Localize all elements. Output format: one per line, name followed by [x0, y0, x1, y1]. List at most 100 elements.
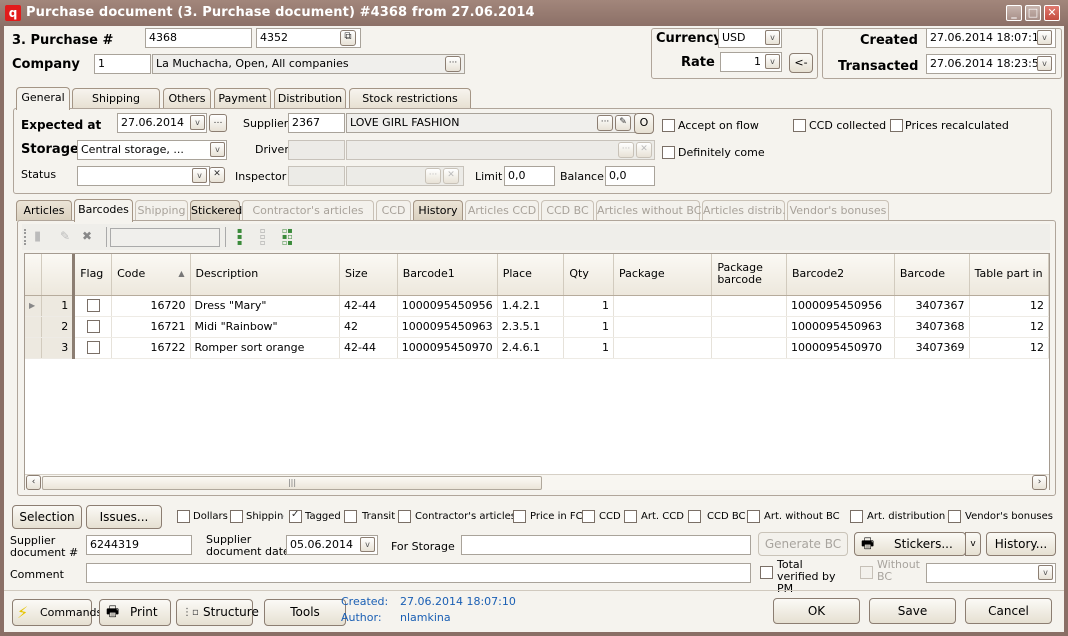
chevron-down-icon[interactable]: v [1037, 56, 1052, 71]
chevron-down-icon[interactable]: v [1038, 565, 1053, 580]
flag-checkbox[interactable] [87, 320, 101, 333]
stickers-dropdown-button[interactable]: v [965, 532, 981, 556]
tab-articles[interactable]: Articles [16, 200, 72, 221]
table-row[interactable]: ▶ 1 16720 Dress "Mary" 42-44 10000954509… [25, 295, 1049, 317]
art-ccd-checkbox[interactable] [624, 510, 637, 523]
table-row[interactable]: 3 16722 Romper sort orange 42-44 1000095… [25, 337, 1049, 359]
print-button[interactable]: 🖶 Print [99, 599, 171, 626]
column-header-qty[interactable]: Qty [563, 254, 615, 296]
ccd-collected-checkbox[interactable] [793, 119, 806, 132]
without-bc-checkbox[interactable] [860, 566, 873, 579]
column-header-size[interactable]: Size [339, 254, 398, 296]
edit-record-icon[interactable]: ✎ [60, 229, 74, 245]
flag-checkbox[interactable] [87, 299, 101, 312]
prices-recalculated-checkbox[interactable] [890, 119, 903, 132]
check-all-icon[interactable]: ▪ ▪ ▪ [237, 227, 242, 247]
copy-icon[interactable]: ⧉ [340, 30, 356, 46]
limit-input[interactable]: 0,0 [504, 166, 555, 186]
tab-vendors-bonuses[interactable]: Vendor's bonuses [787, 200, 889, 221]
column-header-code[interactable]: Code ▲ [111, 254, 191, 296]
selection-button[interactable]: Selection [12, 505, 82, 529]
total-verified-checkbox[interactable] [760, 566, 773, 579]
tab-articles-without-bc[interactable]: Articles without BC [596, 200, 701, 221]
column-header-place[interactable]: Place [497, 254, 565, 296]
grid-search-input[interactable] [110, 228, 220, 247]
storage-select[interactable]: Central storage, ... [77, 140, 227, 160]
issues-button[interactable]: Issues... [86, 505, 162, 529]
tab-ccd-bc[interactable]: CCD BC [541, 200, 594, 221]
commands-button[interactable]: ⚡ Commands [12, 599, 102, 626]
new-record-icon[interactable]: ▮ [34, 229, 48, 245]
chevron-down-icon[interactable]: v [192, 168, 207, 183]
column-header-package[interactable]: Package [613, 254, 713, 296]
dollars-checkbox[interactable] [177, 510, 190, 523]
chevron-down-icon[interactable]: v [765, 54, 780, 69]
tab-general[interactable]: General [16, 87, 70, 110]
chevron-down-icon[interactable]: v [765, 30, 780, 45]
flag-cell[interactable] [73, 295, 113, 317]
author-value[interactable]: nlamkina [400, 611, 451, 624]
flag-cell[interactable] [73, 337, 113, 359]
column-header-barcode2[interactable]: Barcode2 [786, 254, 895, 296]
tab-others[interactable]: Others [163, 88, 211, 109]
ok-button[interactable]: OK [773, 598, 860, 624]
art-distribution-checkbox[interactable] [850, 510, 863, 523]
driver-clear-icon[interactable]: ✕ [636, 142, 652, 158]
column-header-package-barcode[interactable]: Package barcode [711, 254, 787, 296]
tab-articles-distrib[interactable]: Articles distrib. [702, 200, 786, 221]
apply-rate-button[interactable]: <- [789, 53, 813, 73]
flag-checkbox[interactable] [87, 341, 101, 354]
column-header-table-part-in[interactable]: Table part in [969, 254, 1049, 296]
scroll-left-button[interactable]: ‹ [26, 475, 41, 490]
company-browse-button[interactable]: ··· [445, 56, 461, 72]
ccd-checkbox[interactable] [582, 510, 595, 523]
minimize-button[interactable]: _ [1006, 5, 1022, 21]
flag-cell[interactable] [73, 316, 113, 338]
tools-button[interactable]: Tools [264, 599, 346, 626]
shipping-checkbox[interactable] [230, 510, 243, 523]
structure-button[interactable]: ⋮▫ Structure [176, 599, 259, 626]
tab-ccd[interactable]: CCD [376, 200, 411, 221]
without-bc-select[interactable] [926, 563, 1056, 583]
invert-check-icon[interactable]: ▫▪ ▪▫ ▫▪ [282, 227, 293, 247]
for-storage-input[interactable] [461, 535, 751, 555]
tab-stock-restrictions[interactable]: Stock restrictions [349, 88, 471, 109]
comment-input[interactable] [86, 563, 751, 583]
price-in-fc-checkbox[interactable] [513, 510, 526, 523]
toolbar-grip[interactable] [24, 229, 27, 245]
inspector-clear-icon[interactable]: ✕ [443, 168, 459, 184]
chevron-down-icon[interactable]: v [190, 115, 205, 130]
cancel-button[interactable]: Cancel [965, 598, 1052, 624]
driver-browse-button[interactable]: ··· [618, 142, 634, 158]
table-row[interactable]: 2 16721 Midi "Rainbow" 42 1000095450963 … [25, 316, 1049, 338]
tab-stickered[interactable]: Stickered [190, 200, 242, 221]
delete-record-icon[interactable]: ✖ [82, 229, 98, 245]
tab-distribution[interactable]: Distribution [274, 88, 346, 109]
chevron-down-icon[interactable]: v [210, 142, 225, 157]
status-select[interactable] [77, 166, 210, 186]
maximize-button[interactable]: □ [1025, 5, 1041, 21]
save-button[interactable]: Save [869, 598, 956, 624]
uncheck-all-icon[interactable]: ▫ ▫ ▫ [260, 227, 265, 247]
transit-checkbox[interactable] [344, 510, 357, 523]
contractors-articles-checkbox[interactable] [398, 510, 411, 523]
vendors-bonuses-checkbox[interactable] [948, 510, 961, 523]
column-header-flag[interactable]: Flag [73, 254, 113, 296]
tagged-checkbox[interactable] [289, 509, 302, 523]
history-button[interactable]: History... [986, 532, 1056, 556]
supplier-id-input[interactable]: 2367 [288, 113, 345, 133]
supplier-browse-button[interactable]: ··· [597, 115, 613, 131]
inspector-browse-button[interactable]: ··· [425, 168, 441, 184]
accept-on-flow-checkbox[interactable] [662, 119, 675, 132]
balance-input[interactable]: 0,0 [605, 166, 655, 186]
stickers-button[interactable]: 🖶 Stickers... [854, 532, 966, 556]
inspector-id-input[interactable] [288, 166, 345, 186]
art-without-bc-checkbox[interactable] [747, 510, 760, 523]
scrollbar-thumb[interactable]: ||| [42, 476, 542, 490]
tab-payment[interactable]: Payment [214, 88, 271, 109]
chevron-down-icon[interactable]: v [1037, 30, 1052, 45]
tab-history[interactable]: History [413, 200, 463, 221]
tab-shipping-detail[interactable]: Shipping [135, 200, 188, 221]
expected-at-browse-button[interactable]: … [209, 114, 227, 132]
column-header-barcode[interactable]: Barcode [894, 254, 970, 296]
